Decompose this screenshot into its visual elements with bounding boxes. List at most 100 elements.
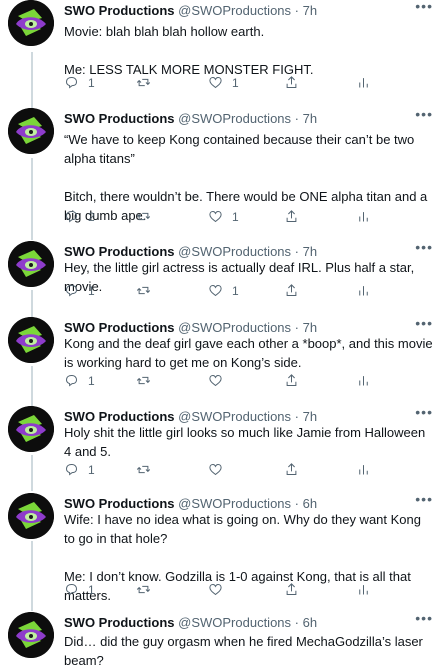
analytics-button[interactable]: [356, 209, 371, 224]
like-button[interactable]: [208, 582, 232, 597]
tweet-actions: 1: [64, 582, 433, 600]
more-icon[interactable]: •••: [415, 491, 433, 507]
retweet-icon: [136, 373, 151, 388]
share-icon: [284, 75, 299, 90]
avatar[interactable]: [8, 108, 54, 154]
timestamp[interactable]: 7h: [303, 111, 317, 126]
reply-button[interactable]: 1: [64, 582, 95, 597]
timestamp[interactable]: 7h: [303, 409, 317, 424]
analytics-button[interactable]: [356, 373, 371, 388]
reply-button[interactable]: 1: [64, 75, 95, 90]
user-handle[interactable]: @SWOProductions: [178, 3, 291, 18]
like-count: 1: [232, 283, 239, 298]
share-button[interactable]: [284, 75, 299, 90]
tweet-header: SWO Productions @SWOProductions · 6h: [64, 614, 409, 632]
retweet-icon: [136, 209, 151, 224]
reply-button[interactable]: 1: [64, 283, 95, 298]
display-name[interactable]: SWO Productions: [64, 111, 175, 126]
tweet-actions: 1: [64, 373, 433, 391]
analytics-button[interactable]: [356, 75, 371, 90]
avatar[interactable]: [8, 241, 54, 287]
more-icon[interactable]: •••: [415, 0, 433, 14]
user-handle[interactable]: @SWOProductions: [178, 111, 291, 126]
share-button[interactable]: [284, 373, 299, 388]
more-icon[interactable]: •••: [415, 404, 433, 420]
tweet[interactable]: SWO Productions @SWOProductions · 7h •••…: [0, 315, 443, 398]
separator: ·: [294, 244, 299, 259]
share-icon: [284, 283, 299, 298]
more-icon[interactable]: •••: [415, 315, 433, 331]
tweet[interactable]: SWO Productions @SWOProductions · 7h •••…: [0, 106, 443, 233]
more-icon[interactable]: •••: [415, 106, 433, 122]
tweet[interactable]: SWO Productions @SWOProductions · 6h •••…: [0, 610, 443, 668]
avatar[interactable]: [8, 0, 54, 46]
display-name[interactable]: SWO Productions: [64, 3, 175, 18]
reply-icon: [64, 209, 79, 224]
user-handle[interactable]: @SWOProductions: [178, 320, 291, 335]
tweet-text: Movie: blah blah blah hollow earth. Me: …: [64, 24, 314, 77]
retweet-button[interactable]: [136, 75, 151, 90]
avatar[interactable]: [8, 317, 54, 363]
reply-count: 1: [88, 75, 95, 90]
heart-icon: [208, 75, 223, 90]
tweet-text: Holy shit the little girl looks so much …: [64, 425, 429, 459]
retweet-button[interactable]: [136, 582, 151, 597]
timestamp[interactable]: 6h: [303, 615, 317, 630]
avatar[interactable]: [8, 406, 54, 452]
display-name[interactable]: SWO Productions: [64, 320, 175, 335]
retweet-button[interactable]: [136, 209, 151, 224]
retweet-button[interactable]: [136, 283, 151, 298]
analytics-button[interactable]: [356, 582, 371, 597]
user-handle[interactable]: @SWOProductions: [178, 244, 291, 259]
display-name[interactable]: SWO Productions: [64, 496, 175, 511]
analytics-button[interactable]: [356, 283, 371, 298]
more-icon[interactable]: •••: [415, 239, 433, 255]
like-button[interactable]: [208, 462, 232, 477]
tweet[interactable]: SWO Productions @SWOProductions · 6h •••…: [0, 491, 443, 611]
reply-button[interactable]: 1: [64, 462, 95, 477]
timestamp[interactable]: 7h: [303, 3, 317, 18]
reply-count: 1: [88, 582, 95, 597]
analytics-icon: [356, 373, 371, 388]
share-button[interactable]: [284, 582, 299, 597]
tweet[interactable]: SWO Productions @SWOProductions · 7h •••…: [0, 0, 443, 100]
share-button[interactable]: [284, 283, 299, 298]
like-button[interactable]: 1: [208, 75, 239, 90]
analytics-icon: [356, 462, 371, 477]
analytics-icon: [356, 283, 371, 298]
user-handle[interactable]: @SWOProductions: [178, 409, 291, 424]
retweet-icon: [136, 462, 151, 477]
avatar[interactable]: [8, 612, 54, 658]
tweet-header: SWO Productions @SWOProductions · 7h: [64, 110, 409, 128]
reply-button[interactable]: 1: [64, 373, 95, 388]
separator: ·: [294, 409, 299, 424]
display-name[interactable]: SWO Productions: [64, 409, 175, 424]
user-handle[interactable]: @SWOProductions: [178, 496, 291, 511]
share-icon: [284, 373, 299, 388]
timestamp[interactable]: 6h: [303, 496, 317, 511]
tweet[interactable]: SWO Productions @SWOProductions · 7h •••…: [0, 404, 443, 487]
avatar[interactable]: [8, 493, 54, 539]
analytics-icon: [356, 582, 371, 597]
share-button[interactable]: [284, 462, 299, 477]
timestamp[interactable]: 7h: [303, 244, 317, 259]
reply-icon: [64, 373, 79, 388]
separator: ·: [294, 3, 299, 18]
retweet-button[interactable]: [136, 462, 151, 477]
like-button[interactable]: [208, 373, 232, 388]
reply-button[interactable]: 2: [64, 209, 95, 224]
like-button[interactable]: 1: [208, 209, 239, 224]
analytics-button[interactable]: [356, 462, 371, 477]
user-handle[interactable]: @SWOProductions: [178, 615, 291, 630]
tweet[interactable]: SWO Productions @SWOProductions · 7h •••…: [0, 239, 443, 309]
more-icon[interactable]: •••: [415, 610, 433, 626]
display-name[interactable]: SWO Productions: [64, 615, 175, 630]
like-button[interactable]: 1: [208, 283, 239, 298]
retweet-button[interactable]: [136, 373, 151, 388]
timestamp[interactable]: 7h: [303, 320, 317, 335]
share-icon: [284, 582, 299, 597]
display-name[interactable]: SWO Productions: [64, 244, 175, 259]
share-button[interactable]: [284, 209, 299, 224]
tweet-actions: 21: [64, 209, 433, 227]
heart-icon: [208, 209, 223, 224]
